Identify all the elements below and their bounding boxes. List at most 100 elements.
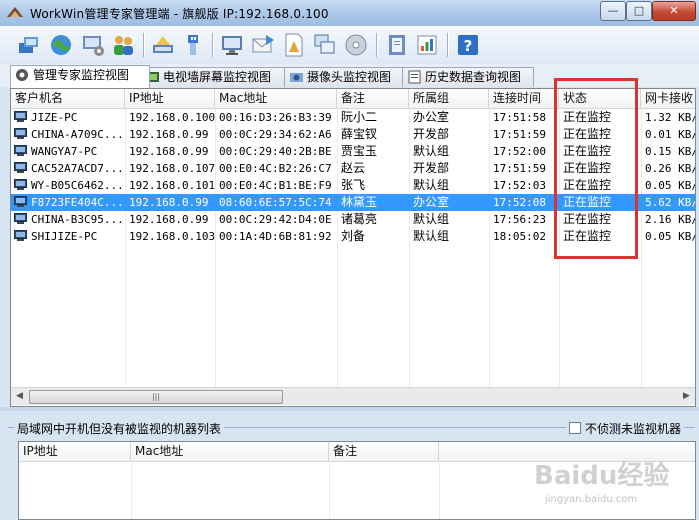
close-icon: ✕ <box>669 4 679 17</box>
monitor-eye-icon <box>16 69 28 81</box>
cell-ip: 192.168.0.107 <box>129 162 215 175</box>
cell-note: 林黛玉 <box>341 195 378 209</box>
column-header-mac[interactable]: Mac地址 <box>131 442 329 461</box>
column-header-ip[interactable]: IP地址 <box>19 442 131 461</box>
cell-client-name: CHINA-A709C... <box>31 128 124 141</box>
toolbar-separator <box>212 33 214 57</box>
computer-icon <box>14 145 27 156</box>
cell-client-name: SHIJIZE-PC <box>31 230 98 243</box>
minimize-icon: — <box>607 4 619 17</box>
cell-mac: 00:1A:4D:6B:81:92 <box>219 230 332 243</box>
cell-note: 贾宝玉 <box>341 144 378 158</box>
computer-stack-icon[interactable] <box>16 32 42 58</box>
cell-nic-receive: 2.16 KB/ <box>645 213 696 226</box>
minimize-button[interactable]: — <box>600 1 626 21</box>
cell-client-name: WANGYA7-PC <box>31 145 98 158</box>
cell-connect-time: 17:52:03 <box>493 179 546 192</box>
grid-line <box>329 461 330 519</box>
computer-icon <box>14 162 27 173</box>
tab-label: 历史数据查询视图 <box>425 70 522 84</box>
no-detect-checkbox[interactable]: 不侦测未监视机器 <box>566 420 685 437</box>
status-highlight-box <box>554 78 638 259</box>
checkbox-label: 不侦测未监视机器 <box>585 422 682 436</box>
cell-ip: 192.168.0.99 <box>129 196 209 209</box>
cell-nic-receive: 0.26 KB/ <box>645 162 696 175</box>
cell-note: 薛宝钗 <box>341 127 378 141</box>
computer-icon <box>14 128 27 139</box>
column-header-ip[interactable]: IP地址 <box>125 89 215 108</box>
history-document-icon <box>408 70 421 84</box>
horizontal-scrollbar[interactable]: ◀ ||| ▶ <box>11 387 695 405</box>
scroll-right-icon[interactable]: ▶ <box>678 388 695 405</box>
cell-group: 默认组 <box>413 178 450 192</box>
cell-note: 刘备 <box>341 229 366 243</box>
unmonitored-group-title: 局域网中开机但没有被监视的机器列表 <box>14 420 225 437</box>
cell-mac: 00:0C:29:34:62:A6 <box>219 128 332 141</box>
panel-splitter[interactable] <box>0 407 699 411</box>
document-icon[interactable] <box>281 32 307 58</box>
cell-mac: 00:0C:29:40:2B:BE <box>219 145 332 158</box>
cell-group: 开发部 <box>413 161 450 175</box>
column-header-mac[interactable]: Mac地址 <box>215 89 337 108</box>
computer-icon <box>14 230 27 241</box>
cell-group: 开发部 <box>413 127 450 141</box>
globe-icon[interactable] <box>48 32 74 58</box>
column-header-connect-time[interactable]: 连接时间 <box>489 89 559 108</box>
users-icon[interactable] <box>110 32 136 58</box>
usb-icon[interactable] <box>180 32 206 58</box>
column-header-nic-receive[interactable]: 网卡接收 <box>641 89 695 108</box>
app-logo-icon <box>7 7 23 17</box>
cell-mac: 00:E0:4C:B1:BE:F9 <box>219 179 332 192</box>
column-header-note[interactable]: 备注 <box>329 442 439 461</box>
cell-group: 默认组 <box>413 144 450 158</box>
send-message-icon[interactable] <box>250 32 276 58</box>
cell-group: 默认组 <box>413 229 450 243</box>
computer-settings-icon[interactable] <box>80 32 106 58</box>
grid-line <box>131 461 132 519</box>
report-icon[interactable] <box>414 32 440 58</box>
cell-ip: 192.168.0.101 <box>129 179 215 192</box>
cell-mac: 00:E0:4C:B2:26:C7 <box>219 162 332 175</box>
close-button[interactable]: ✕ <box>652 1 696 21</box>
cell-client-name: WY-B05C6462... <box>31 179 124 192</box>
column-header-group[interactable]: 所属组 <box>409 89 489 108</box>
disc-icon[interactable] <box>343 32 369 58</box>
help-icon[interactable]: ? <box>455 32 481 58</box>
tab-label: 管理专家监控视图 <box>33 68 130 82</box>
tab-camera-view[interactable]: 摄像头监控视图 <box>284 67 416 87</box>
tab-monitor-view[interactable]: 管理专家监控视图 <box>10 65 150 88</box>
computer-icon <box>14 111 27 122</box>
cell-nic-receive: 0.15 KB/ <box>645 145 696 158</box>
cell-connect-time: 17:52:08 <box>493 196 546 209</box>
toolbar-separator <box>447 33 449 57</box>
cell-nic-receive: 0.01 KB/ <box>645 128 696 141</box>
network-share-icon[interactable] <box>150 32 176 58</box>
maximize-icon: □ <box>633 4 645 17</box>
title-bar: WorkWin管理专家管理端 - 旗舰版 IP:192.168.0.100 — … <box>0 0 699 26</box>
cell-connect-time: 17:51:58 <box>493 111 546 124</box>
camera-icon <box>290 73 303 82</box>
cell-mac: 08:60:6E:57:5C:74 <box>219 196 332 209</box>
windows-icon[interactable] <box>312 32 338 58</box>
cell-connect-time: 17:52:00 <box>493 145 546 158</box>
column-header-client-name[interactable]: 客户机名 <box>11 89 125 108</box>
checkbox-box[interactable] <box>569 422 581 434</box>
monitor-icon[interactable] <box>219 32 245 58</box>
tab-tv-wall-view[interactable]: 电视墙屏幕监控视图 <box>140 67 296 87</box>
grid-line <box>439 461 440 519</box>
cell-group: 办公室 <box>413 195 450 209</box>
cell-client-name: JIZE-PC <box>31 111 78 124</box>
column-header-note[interactable]: 备注 <box>337 89 409 108</box>
scrollbar-thumb[interactable]: ||| <box>29 390 283 404</box>
cell-ip: 192.168.0.100 <box>129 111 215 124</box>
maximize-button[interactable]: □ <box>626 1 652 21</box>
cell-client-name: CAC52A7ACD7... <box>31 162 124 175</box>
scroll-left-icon[interactable]: ◀ <box>11 388 28 405</box>
cell-note: 阮小二 <box>341 110 378 124</box>
cell-client-name: CHINA-B3C95... <box>31 213 124 226</box>
cell-ip: 192.168.0.99 <box>129 213 209 226</box>
tab-history-view[interactable]: 历史数据查询视图 <box>402 67 534 87</box>
cell-group: 办公室 <box>413 110 450 124</box>
toolbar-separator <box>376 33 378 57</box>
log-book-icon[interactable] <box>384 32 410 58</box>
